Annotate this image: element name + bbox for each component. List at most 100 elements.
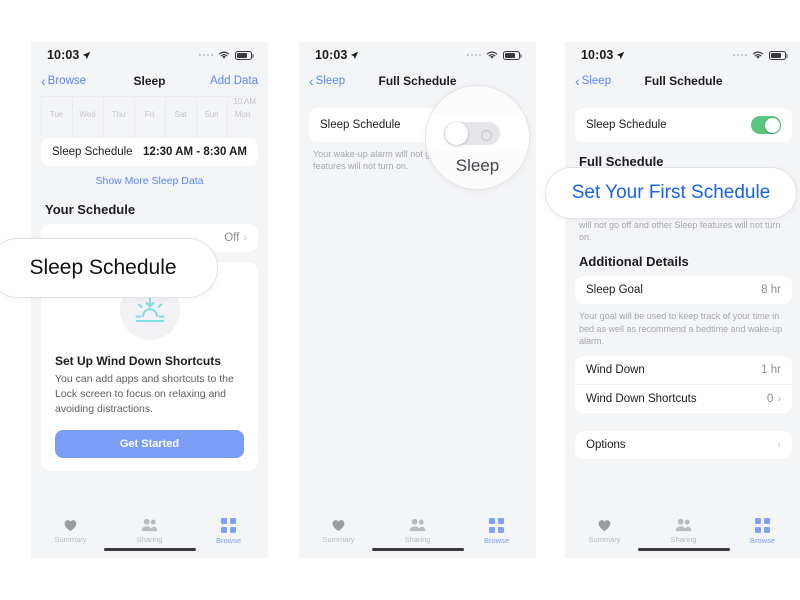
nav-bar: ‹ Sleep Full Schedule: [565, 68, 800, 94]
tab-summary[interactable]: Summary: [31, 518, 110, 544]
location-arrow-icon: [617, 51, 625, 59]
promo-title: Set Up Wind Down Shortcuts: [55, 354, 221, 368]
signal-dots-icon: [466, 53, 481, 57]
page-title: Sleep: [133, 74, 166, 88]
status-time-group: 10:03: [47, 48, 91, 62]
wifi-icon: [486, 51, 498, 59]
heart-icon: [332, 520, 345, 532]
status-bar: 10:03: [31, 42, 268, 68]
row-label: Sleep Goal: [586, 284, 643, 297]
tab-browse[interactable]: Browse: [457, 518, 536, 545]
promo-body: You can add apps and shortcuts to the Lo…: [55, 373, 234, 415]
row-label: Wind Down Shortcuts: [586, 392, 697, 405]
tab-bar: Summary Sharing Browse: [31, 512, 268, 558]
row-value: 8 hr: [761, 284, 781, 297]
callout-sleep-schedule: Sleep Schedule: [0, 238, 218, 298]
people-icon: [409, 518, 426, 532]
tab-browse[interactable]: Browse: [723, 518, 800, 545]
tab-sharing[interactable]: Sharing: [110, 518, 189, 544]
chart-day: Sun: [204, 110, 219, 119]
sleep-summary-card[interactable]: Sleep Schedule 12:30 AM - 8:30 AM: [41, 138, 258, 166]
screenshot-stage: 10:03 ‹ Browse Sleep Add Data 10 AM Tue …: [0, 0, 800, 600]
home-indicator: [637, 547, 730, 551]
back-label: Sleep: [315, 75, 346, 87]
sleep-schedule-toggle-row[interactable]: Sleep Schedule: [575, 108, 792, 142]
chart-axis-label: 10 AM: [233, 97, 256, 106]
tab-label: Sharing: [670, 535, 697, 544]
tab-summary[interactable]: Summary: [565, 518, 644, 544]
wifi-icon: [752, 51, 764, 59]
row-label: Sleep Schedule: [586, 119, 667, 131]
tab-browse[interactable]: Browse: [189, 518, 268, 545]
heart-icon: [598, 520, 611, 532]
row-value: Off: [224, 232, 240, 244]
wind-down-shortcuts-row[interactable]: Wind Down Shortcuts 0 ›: [575, 383, 792, 413]
home-indicator: [371, 547, 464, 551]
wind-down-row[interactable]: Wind Down 1 hr: [575, 356, 792, 384]
tab-summary[interactable]: Summary: [299, 518, 378, 544]
row-value: 12:30 AM - 8:30 AM: [143, 146, 247, 158]
status-time: 10:03: [581, 48, 614, 62]
row-value: 1 hr: [761, 363, 781, 376]
battery-icon: [769, 50, 788, 60]
back-button-sleep[interactable]: ‹ Sleep: [309, 74, 345, 88]
callout-text: Set Your First Schedule: [571, 182, 771, 203]
chevron-right-icon: ›: [777, 392, 781, 405]
add-data-button[interactable]: Add Data: [210, 75, 258, 87]
tab-sharing[interactable]: Sharing: [644, 518, 723, 544]
tab-label: Sharing: [404, 535, 431, 544]
status-bar: 10:03: [565, 42, 800, 68]
phone-screen-full-schedule-on: 10:03 ‹ Sleep Full Schedule Sleep Schedu…: [565, 42, 800, 558]
sleep-schedule-summary-row[interactable]: Sleep Schedule 12:30 AM - 8:30 AM: [41, 138, 258, 166]
grid-icon: [755, 518, 770, 533]
battery-icon: [503, 50, 522, 60]
signal-dots-icon: [198, 53, 213, 57]
status-time: 10:03: [47, 48, 80, 62]
chart-day: Mon: [234, 110, 251, 119]
wind-down-card[interactable]: Wind Down 1 hr Wind Down Shortcuts 0 ›: [575, 355, 792, 413]
people-icon: [141, 518, 158, 532]
tab-label: Summary: [322, 535, 355, 544]
callout-text: Sleep Schedule: [29, 256, 177, 279]
back-button-browse[interactable]: ‹ Browse: [41, 74, 86, 88]
battery-icon: [235, 50, 254, 60]
chevron-right-icon: ›: [243, 232, 247, 244]
sleep-goal-card[interactable]: Sleep Goal 8 hr: [575, 276, 792, 305]
tab-label: Summary: [54, 535, 87, 544]
chart-day-labels: Tue Wed Thu Fri Sat Sun Mon: [41, 110, 258, 119]
get-started-button[interactable]: Get Started: [55, 429, 244, 458]
section-title-additional-details: Additional Details: [579, 254, 689, 270]
chart-day: Fri: [144, 110, 155, 119]
row-value-group: Off ›: [224, 232, 247, 244]
sleep-schedule-card[interactable]: Sleep Schedule: [575, 108, 792, 142]
chevron-left-icon: ‹: [309, 73, 314, 89]
chevron-left-icon: ‹: [575, 73, 580, 89]
tab-sharing[interactable]: Sharing: [378, 518, 457, 544]
status-time-group: 10:03: [581, 48, 625, 62]
options-row[interactable]: Options ›: [575, 431, 792, 459]
status-indicators: [466, 50, 522, 60]
wifi-icon: [218, 51, 230, 59]
tab-label: Summary: [588, 535, 621, 544]
row-label: Options: [586, 438, 626, 451]
phone-screen-sleep-overview: 10:03 ‹ Browse Sleep Add Data 10 AM Tue …: [31, 42, 268, 558]
chevron-right-icon: ›: [777, 438, 781, 451]
section-title-your-schedule: Your Schedule: [45, 202, 136, 217]
options-card[interactable]: Options ›: [575, 430, 792, 459]
status-time: 10:03: [315, 48, 348, 62]
sleep-chart: 10 AM Tue Wed Thu Fri Sat Sun Mon: [31, 96, 268, 138]
tab-label: Browse: [215, 535, 241, 545]
chart-day: Wed: [79, 110, 96, 119]
sleep-schedule-toggle[interactable]: [751, 116, 781, 134]
tab-label: Browse: [483, 535, 509, 545]
callout-magnifier-sleep-toggle: Sleep: [425, 85, 530, 190]
callout-text: Sleep: [455, 156, 500, 175]
sleep-goal-row[interactable]: Sleep Goal 8 hr: [575, 276, 792, 304]
chart-day: Tue: [49, 110, 64, 119]
row-value-group: 0 ›: [767, 393, 781, 405]
row-label: Wind Down: [586, 363, 645, 376]
chart-day: Thu: [111, 110, 126, 119]
back-button-sleep[interactable]: ‹ Sleep: [575, 74, 611, 88]
status-indicators: [732, 50, 788, 60]
show-more-sleep-data-link[interactable]: Show More Sleep Data: [31, 166, 268, 198]
